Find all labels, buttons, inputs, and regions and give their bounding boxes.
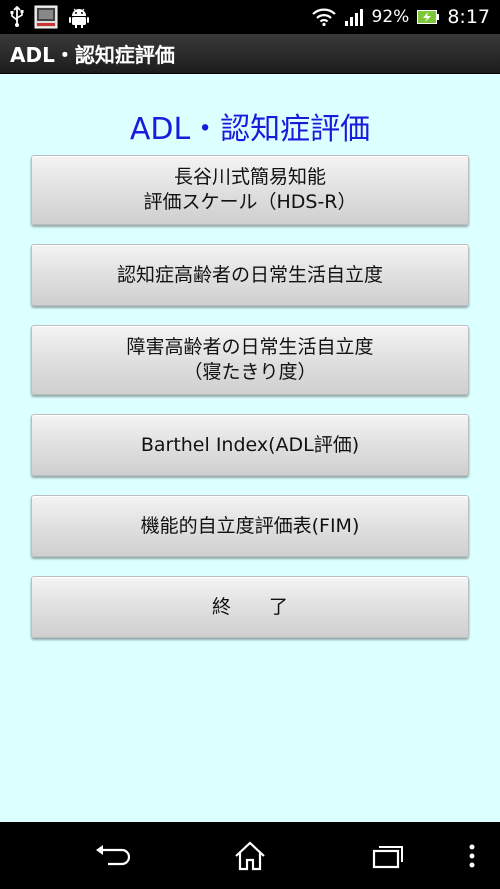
wifi-icon — [311, 8, 336, 26]
menu-icon[interactable] — [458, 838, 486, 874]
dementia-independence-button[interactable]: 認知症高齢者の日常生活自立度 — [31, 244, 469, 306]
app-title: ADL・認知症評価 — [10, 43, 175, 67]
exit-button[interactable]: 終 了 — [31, 576, 469, 638]
bedridden-degree-button[interactable]: 障害高齢者の日常生活自立度 （寝たきり度） — [31, 325, 469, 395]
recent-apps-icon[interactable] — [364, 838, 412, 874]
signal-icon — [344, 8, 364, 26]
hds-r-button-label-line2: 評価スケール（HDS-R） — [143, 191, 357, 213]
hds-r-button[interactable]: 長谷川式簡易知能 評価スケール（HDS-R） — [31, 155, 469, 225]
dementia-independence-button-label: 認知症高齢者の日常生活自立度 — [116, 263, 383, 286]
clock: 8:17 — [447, 6, 490, 28]
bedridden-degree-button-label-line1: 障害高齢者の日常生活自立度 — [126, 336, 374, 358]
status-bar-right: 92% 8:17 — [311, 6, 490, 28]
page-heading: ADL・認知症評価 — [129, 112, 371, 147]
home-icon[interactable] — [226, 838, 274, 874]
usb-icon — [10, 6, 24, 28]
barthel-index-button[interactable]: Barthel Index(ADL評価) — [31, 414, 469, 476]
app-notification-icon — [34, 5, 58, 29]
battery-icon — [417, 10, 440, 24]
hds-r-button-label-line1: 長谷川式簡易知能 — [173, 166, 326, 188]
fim-button-label: 機能的自立度評価表(FIM) — [140, 514, 360, 537]
android-debug-icon — [68, 6, 90, 28]
action-bar: ADL・認知症評価 — [0, 34, 500, 74]
exit-button-label: 終 了 — [211, 595, 288, 618]
back-icon[interactable] — [88, 838, 136, 874]
status-bar: 92% 8:17 — [0, 0, 500, 34]
navigation-bar — [0, 822, 500, 889]
bedridden-degree-button-label-line2: （寝たきり度） — [183, 361, 317, 383]
main-content: ADL・認知症評価 長谷川式簡易知能 評価スケール（HDS-R） 認知症高齢者の… — [0, 74, 500, 822]
battery-percent: 92% — [371, 7, 410, 27]
status-bar-left — [10, 5, 90, 29]
barthel-index-button-label: Barthel Index(ADL評価) — [140, 433, 360, 456]
fim-button[interactable]: 機能的自立度評価表(FIM) — [31, 495, 469, 557]
